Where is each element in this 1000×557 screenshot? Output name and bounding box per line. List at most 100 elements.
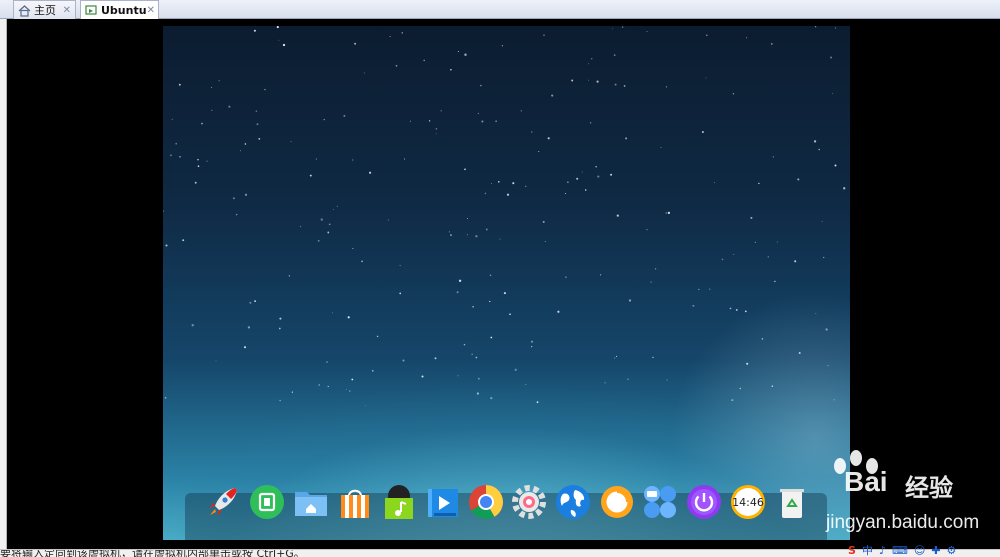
star (450, 68, 452, 71)
close-icon[interactable]: ✕ (63, 5, 71, 16)
star (614, 83, 617, 86)
tray-item[interactable]: ⌨ (892, 545, 908, 556)
star (464, 53, 467, 56)
star (247, 326, 251, 329)
star (165, 244, 168, 247)
star (450, 234, 452, 237)
star (835, 27, 837, 29)
star (170, 154, 172, 157)
star (471, 353, 473, 356)
tray-item[interactable]: ⚙ (947, 545, 957, 556)
star (530, 340, 534, 343)
tray-item[interactable]: ✚ (931, 545, 940, 556)
star (485, 228, 488, 231)
guest-desktop[interactable]: 14:46 (163, 26, 850, 540)
star (244, 193, 248, 196)
star (512, 182, 515, 185)
star (279, 399, 281, 402)
star (255, 110, 258, 112)
power-icon[interactable] (686, 484, 722, 520)
system-tray: S 中 ♪ ⌨ ☺ ✚ ⚙ (848, 545, 1000, 557)
star (713, 182, 715, 184)
star (735, 308, 738, 311)
star (833, 399, 835, 401)
star (327, 231, 330, 234)
star (604, 382, 606, 384)
star (794, 260, 797, 263)
star (364, 405, 366, 406)
star (423, 59, 426, 62)
tray-item[interactable]: ☺ (914, 545, 925, 556)
star (614, 357, 616, 359)
star (434, 357, 437, 360)
star (732, 93, 735, 95)
star (547, 137, 550, 140)
star (239, 150, 241, 152)
star (776, 241, 778, 243)
star (363, 72, 365, 74)
tray-item[interactable]: 中 (862, 545, 873, 556)
star (729, 307, 732, 310)
music-icon[interactable] (381, 484, 417, 520)
tray-item[interactable]: S (848, 545, 856, 556)
star (542, 220, 545, 223)
star (309, 174, 312, 177)
tab-home[interactable]: 主页 ✕ (13, 0, 76, 19)
star (525, 383, 527, 385)
star (815, 312, 817, 314)
store-bag-icon[interactable] (337, 484, 373, 520)
grid-apps-icon[interactable] (642, 484, 678, 520)
close-icon[interactable]: ✕ (147, 5, 155, 16)
star (698, 288, 700, 290)
star (320, 218, 323, 221)
tab-bar: 主页 ✕ Ubuntu ✕ (0, 0, 1000, 19)
chrome-icon[interactable] (468, 484, 504, 520)
star (576, 177, 579, 180)
star (288, 275, 290, 277)
star (194, 181, 197, 184)
star (589, 121, 592, 124)
star (402, 359, 405, 362)
star (754, 241, 757, 244)
star (191, 324, 194, 327)
clock-icon[interactable]: 14:46 (730, 484, 766, 520)
star (215, 360, 217, 362)
star (612, 28, 614, 30)
star (253, 29, 256, 32)
star (290, 141, 292, 142)
video-icon[interactable] (425, 484, 461, 520)
tab-ubuntu[interactable]: Ubuntu ✕ (80, 0, 159, 19)
star (797, 178, 800, 181)
gear-icon[interactable] (511, 484, 547, 520)
star (660, 147, 662, 149)
star (477, 112, 479, 114)
star (666, 379, 668, 381)
star (551, 94, 554, 97)
star (206, 160, 208, 162)
star (584, 189, 587, 191)
multitask-view-icon[interactable] (249, 484, 285, 520)
star (665, 212, 667, 214)
globe-icon[interactable] (555, 484, 591, 520)
star (235, 213, 238, 216)
star (315, 158, 317, 160)
star (349, 390, 351, 392)
star (770, 42, 773, 45)
star (258, 137, 261, 140)
star (739, 387, 742, 390)
star (581, 171, 583, 173)
star (211, 86, 212, 88)
ring-icon[interactable] (599, 484, 635, 520)
rocket-icon[interactable] (205, 484, 241, 520)
tray-item[interactable]: ♪ (879, 545, 886, 556)
star (692, 304, 695, 307)
star (228, 105, 231, 108)
star (332, 312, 334, 314)
star (458, 279, 462, 282)
star (291, 391, 293, 393)
status-text: 要将输入定向到该虚拟机，请在虚拟机内部单击或按 Ctrl+G。 (0, 549, 305, 557)
star (588, 79, 590, 81)
star (448, 231, 450, 233)
star (536, 401, 539, 404)
folder-icon[interactable] (293, 484, 329, 520)
